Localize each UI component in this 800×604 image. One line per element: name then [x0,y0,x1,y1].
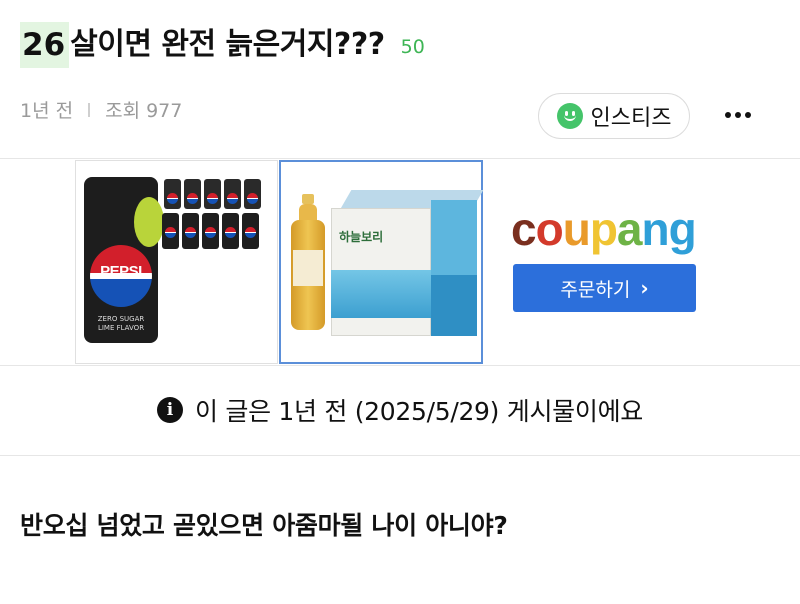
meta-divider [88,102,91,117]
divider [0,158,800,159]
tea-bottle-image [291,194,325,330]
coupang-logo: coupang [511,202,697,256]
coupang-logo-letter: a [616,203,643,255]
pepsi-can-image: PEPSI ZERO SUGAR LIME FLAVOR [84,177,164,343]
smile-icon [556,103,583,129]
tea-brand: 하늘보리 [339,230,384,244]
pepsi-pack-image [162,179,272,253]
coupang-logo-letter: p [589,203,618,255]
ad-product-pepsi[interactable]: PEPSI ZERO SUGAR LIME FLAVOR [75,160,278,364]
view-count: 조회 977 [105,100,183,122]
coupang-logo-letter: g [668,203,697,255]
post-age: 1년 전 [20,100,74,122]
coupang-logo-letter: c [511,203,537,255]
pepsi-logo-text: PEPSI [100,263,142,280]
pepsi-can-subtext: ZERO SUGAR LIME FLAVOR [97,315,145,332]
post-body: 반오십 넘었고 곧있으면 아줌마될 나이 아니야? [20,511,508,540]
coupang-logo-letter: o [535,203,564,255]
order-button-label: 주문하기 [560,278,631,301]
coupang-logo-letter: n [641,203,670,255]
info-icon: i [157,397,184,423]
title-text: 살이면 완전 늙은거지??? [70,27,385,62]
comment-count[interactable]: 50 [401,36,425,58]
board-name: 인스티즈 [590,106,672,131]
post-title: 26 살이면 완전 늙은거지??? 50 [20,22,425,68]
board-button[interactable]: 인스티즈 [538,93,690,139]
notice-text: 이 글은 1년 전 (2025/5/29) 게시물이에요 [195,397,643,426]
post-meta: 1년 전 조회 977 [20,96,182,123]
old-post-notice: i 이 글은 1년 전 (2025/5/29) 게시물이에요 [0,365,800,455]
ad-product-barley-tea[interactable]: 하늘보리 [279,160,484,364]
chevron-right-icon: › [640,276,649,300]
title-highlight: 26 [20,22,70,68]
ad-banner[interactable]: PEPSI ZERO SUGAR LIME FLAVOR 하늘보리 coupan… [75,160,727,364]
coupang-logo-letter: u [562,203,591,255]
order-button[interactable]: 주문하기 › [513,264,696,312]
divider [0,455,800,456]
more-horizontal-icon[interactable] [716,105,760,125]
tea-box-image: 하늘보리 [331,190,484,336]
